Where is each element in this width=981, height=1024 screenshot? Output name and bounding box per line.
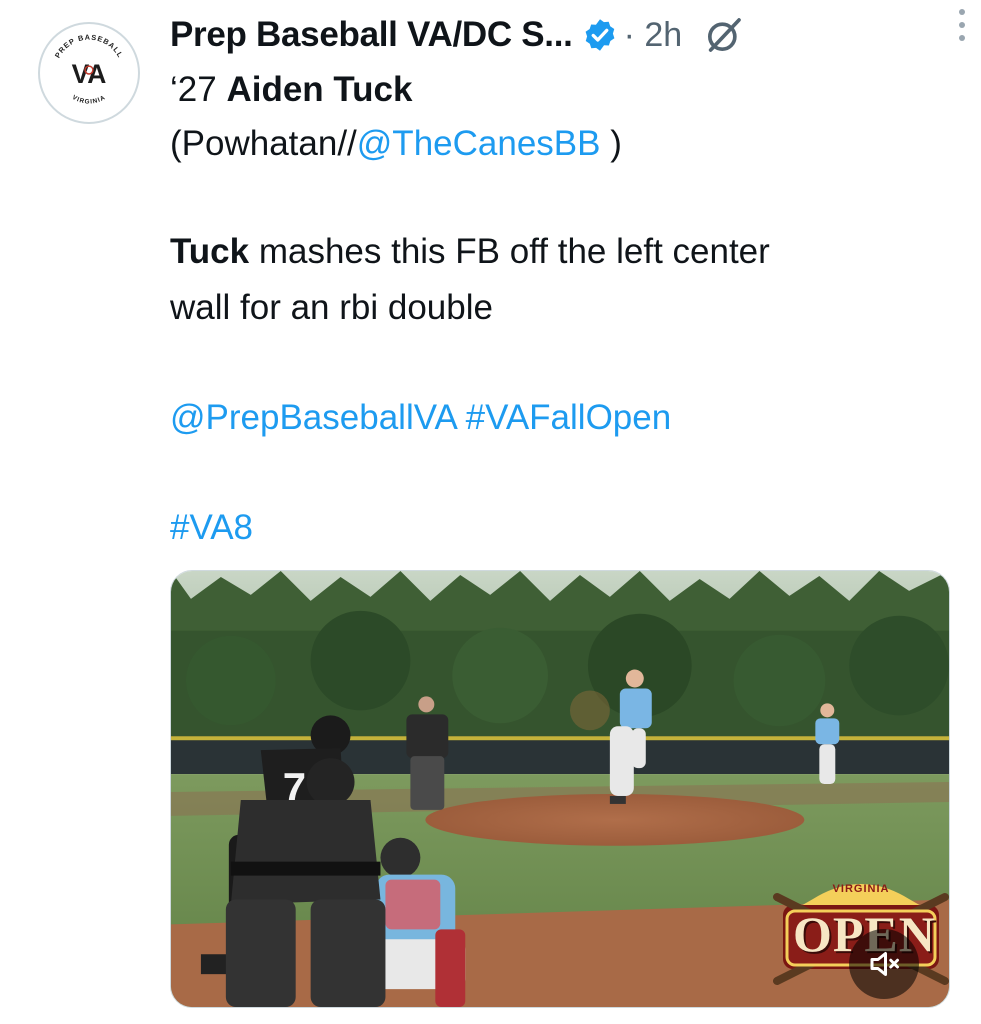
verified-badge-icon[interactable]: [582, 17, 618, 53]
tweet-text-line: (Powhatan//@TheCanesBB ): [170, 122, 622, 166]
author-name[interactable]: Prep Baseball VA/DC S...: [170, 15, 573, 55]
mention-link[interactable]: @TheCanesBB: [357, 124, 601, 163]
text-span: (Powhatan//: [170, 124, 357, 163]
tweet-text-line: @PrepBaseballVA #VAFallOpen: [170, 396, 671, 440]
tweet-timestamp[interactable]: · 2h: [624, 16, 683, 55]
tweet-text-line: ‘27 Aiden Tuck: [170, 68, 412, 112]
grok-icon[interactable]: [704, 15, 744, 55]
tweet-text-line: Tuck mashes this FB off the left center: [170, 230, 770, 274]
tweet-header: Prep Baseball VA/DC S... · 2h: [170, 10, 951, 60]
text-span: ‘27: [170, 70, 227, 109]
video-player[interactable]: 7 VIRGINIA: [170, 570, 950, 1008]
hashtag-link[interactable]: #VAFallOpen: [466, 398, 672, 437]
more-icon[interactable]: [947, 5, 977, 45]
tweet-text-line: wall for an rbi double: [170, 286, 493, 330]
text-span: wall for an rbi double: [170, 288, 493, 327]
mute-icon[interactable]: [849, 929, 919, 999]
tweet[interactable]: PREP BASEBALL VA VIRGINIA Prep Baseball …: [0, 0, 981, 1024]
mention-link[interactable]: @PrepBaseballVA: [170, 398, 456, 437]
badge-top-text: VIRGINIA: [832, 883, 890, 895]
text-span: ): [600, 124, 622, 163]
text-span: mashes this FB off the left center: [249, 232, 770, 271]
tweet-text-line: #VA8: [170, 506, 253, 550]
avatar[interactable]: PREP BASEBALL VA VIRGINIA: [38, 22, 140, 124]
player-name: Aiden Tuck: [226, 70, 413, 109]
bold-text: Tuck: [170, 232, 250, 271]
hashtag-link[interactable]: #VA8: [170, 508, 253, 547]
